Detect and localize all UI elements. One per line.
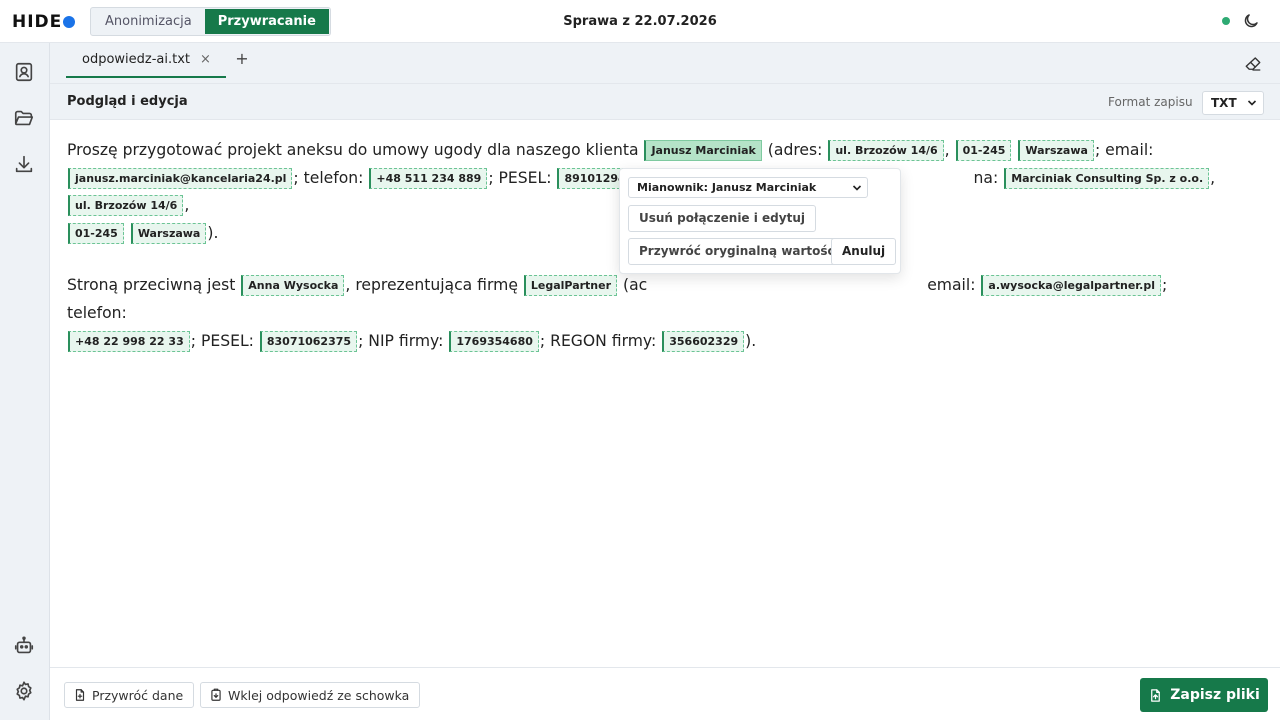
- text-span: email:: [927, 276, 981, 295]
- text-span: , reprezentująca firmę: [345, 276, 523, 295]
- text-span: (adres:: [762, 141, 828, 159]
- save-files-button[interactable]: Zapisz pliki: [1140, 678, 1268, 712]
- text-span: ; PESEL:: [190, 331, 259, 350]
- format-value: TXT: [1211, 96, 1237, 110]
- entity-city[interactable]: Warszawa: [1018, 140, 1094, 161]
- entity-address[interactable]: ul. Brzozów 14/6: [68, 195, 184, 217]
- upload-file-icon: [1151, 688, 1161, 702]
- logo-dot-icon: [63, 16, 76, 28]
- entity-nip[interactable]: 1769354680: [449, 330, 539, 352]
- case-form-value: Mianownik: Janusz Marciniak: [637, 181, 817, 194]
- file-tabs: odpowiedz-ai.txt × +: [50, 43, 1280, 83]
- text-span: ; telefon:: [293, 168, 369, 187]
- paste-response-label: Wklej odpowiedź ze schowka: [228, 687, 410, 703]
- entity-email[interactable]: janusz.marciniak@kancelaria24.pl: [68, 167, 293, 189]
- entity-regon[interactable]: 356602329: [662, 330, 745, 352]
- tab-label: odpowiedz-ai.txt: [82, 52, 191, 67]
- tab-odpowiedz-ai[interactable]: odpowiedz-ai.txt ×: [66, 43, 226, 78]
- download-icon[interactable]: [12, 152, 36, 176]
- text-span: [125, 224, 130, 242]
- text-span: ; REGON firmy:: [539, 331, 662, 350]
- gear-icon[interactable]: [12, 679, 36, 703]
- format-label: Format zapisu: [1108, 95, 1193, 109]
- entity-zip[interactable]: 01-245: [68, 222, 124, 244]
- chevron-down-icon: [1247, 100, 1257, 106]
- entity-city[interactable]: Warszawa: [130, 222, 207, 244]
- case-form-select[interactable]: Mianownik: Janusz Marciniak: [628, 177, 868, 198]
- cancel-button[interactable]: Anuluj: [831, 238, 897, 265]
- sidebar: [0, 43, 50, 720]
- text-span: ,: [944, 141, 955, 159]
- section-title: Podgląd i edycja: [67, 94, 188, 109]
- entity-person[interactable]: Janusz Marciniak: [644, 140, 762, 161]
- restore-original-button[interactable]: Przywróć oryginalną wartość: [628, 238, 846, 265]
- text-span: ).: [207, 223, 219, 242]
- text-span: na:: [973, 168, 1004, 187]
- restore-data-button[interactable]: Przywróć dane: [64, 682, 195, 708]
- eraser-icon[interactable]: [1244, 55, 1262, 73]
- text-span: ,: [184, 196, 190, 215]
- entity-phone[interactable]: +48 511 234 889: [369, 167, 488, 189]
- mode-anonymize[interactable]: Anonimizacja: [92, 9, 205, 34]
- robot-icon[interactable]: [12, 634, 36, 658]
- entity-pesel[interactable]: 83071062375: [259, 330, 358, 352]
- entity-zip[interactable]: 01-245: [955, 140, 1012, 161]
- mode-restore[interactable]: Przywracanie: [204, 9, 329, 34]
- entity-company[interactable]: LegalPartner: [523, 275, 618, 297]
- text-span: ; PESEL:: [488, 168, 557, 187]
- text-span: (ac: [618, 276, 648, 295]
- app-header: HIDE Anonimizacja Przywracanie Sprawa z …: [0, 0, 1280, 43]
- text-span: Stroną przeciwną jest: [67, 276, 241, 295]
- entity-phone[interactable]: +48 22 998 22 33: [68, 330, 190, 352]
- text-span: ; email:: [1094, 141, 1154, 159]
- moon-icon[interactable]: [1242, 12, 1260, 30]
- unlink-edit-button[interactable]: Usuń połączenie i edytuj: [628, 205, 816, 232]
- folder-icon[interactable]: [12, 106, 36, 130]
- entity-email[interactable]: a.wysocka@legalpartner.pl: [981, 275, 1161, 297]
- text-span: [1012, 141, 1017, 159]
- close-icon[interactable]: ×: [200, 52, 211, 67]
- clipboard-icon: [211, 688, 221, 701]
- save-files-label: Zapisz pliki: [1170, 687, 1260, 703]
- paragraph-2: Stroną przeciwną jest Anna Wysocka, repr…: [67, 272, 1227, 355]
- text-span: ; NIP firmy:: [358, 331, 449, 350]
- add-tab-button[interactable]: +: [235, 51, 249, 67]
- contact-book-icon[interactable]: [12, 60, 36, 84]
- text-span: ).: [745, 331, 757, 350]
- restore-file-icon: [75, 689, 85, 701]
- entity-person[interactable]: Anna Wysocka: [241, 275, 345, 297]
- online-status-dot: [1222, 17, 1230, 25]
- editor-toolbar: Podgląd i edycja Format zapisu TXT: [50, 83, 1280, 120]
- text-span: ,: [1210, 168, 1216, 187]
- footer-bar: Przywróć dane Wklej odpowiedź ze schowka…: [50, 667, 1280, 720]
- mode-switch: Anonimizacja Przywracanie: [90, 7, 331, 36]
- app-logo: HIDE: [12, 12, 76, 32]
- format-select[interactable]: TXT: [1202, 91, 1264, 115]
- restore-data-label: Przywróć dane: [92, 687, 184, 703]
- entity-popup: Mianownik: Janusz Marciniak Usuń połącze…: [619, 168, 901, 274]
- text-span: Proszę przygotować projekt aneksu do umo…: [67, 141, 644, 159]
- chevron-down-icon: [852, 185, 862, 191]
- paste-response-button[interactable]: Wklej odpowiedź ze schowka: [200, 682, 421, 708]
- entity-company[interactable]: Marciniak Consulting Sp. z o.o.: [1004, 167, 1210, 189]
- entity-address[interactable]: ul. Brzozów 14/6: [828, 140, 944, 161]
